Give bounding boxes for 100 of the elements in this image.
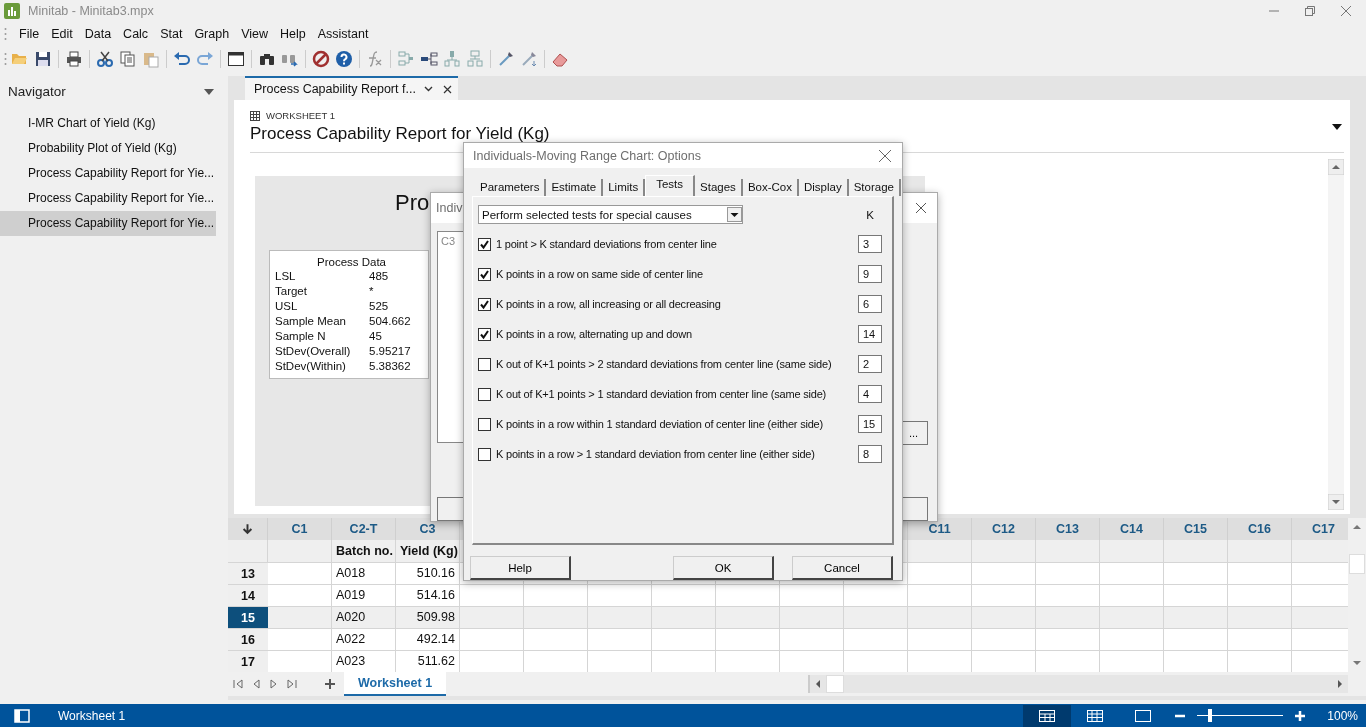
no-entry-icon[interactable] [311, 49, 331, 69]
first-sheet-icon[interactable] [232, 678, 244, 690]
scroll-up-icon[interactable] [1328, 159, 1344, 175]
worksheet-view-icon[interactable] [1023, 704, 1072, 727]
table-cell[interactable] [1228, 584, 1292, 606]
row-number[interactable]: 17 [228, 650, 268, 672]
table-cell[interactable] [1100, 562, 1164, 584]
column-name[interactable] [972, 540, 1036, 562]
table-cell[interactable] [652, 628, 716, 650]
copy-icon[interactable] [118, 49, 138, 69]
row-number[interactable]: 14 [228, 584, 268, 606]
tab[interactable]: Storage [848, 179, 901, 196]
column-header[interactable]: C1 [268, 518, 332, 540]
table-cell[interactable] [1164, 562, 1228, 584]
table-cell[interactable] [972, 562, 1036, 584]
checkbox[interactable] [478, 267, 491, 281]
table-cell[interactable] [1228, 650, 1292, 672]
table-cell[interactable] [908, 606, 972, 628]
table-cell[interactable] [1228, 628, 1292, 650]
close-icon[interactable] [915, 202, 927, 214]
table-cell[interactable] [908, 562, 972, 584]
slider-thumb[interactable] [1208, 709, 1213, 722]
tab[interactable]: Stages [695, 179, 743, 196]
table-cell[interactable] [844, 650, 908, 672]
table-cell[interactable] [844, 628, 908, 650]
sheet-tab[interactable]: Worksheet 1 [344, 672, 447, 696]
table-cell[interactable] [1100, 584, 1164, 606]
tab[interactable]: Display [799, 179, 849, 196]
scrollbar[interactable] [1348, 518, 1366, 672]
table-cell[interactable] [1036, 650, 1100, 672]
table-cell[interactable] [268, 562, 332, 584]
table-cell[interactable] [652, 606, 716, 628]
table-cell[interactable]: A019 [332, 584, 396, 606]
table-cell[interactable] [1292, 606, 1348, 628]
menu-item[interactable]: Calc [117, 27, 155, 41]
table-cell[interactable] [588, 628, 652, 650]
dropdown[interactable]: Perform selected tests for special causes [478, 205, 743, 224]
menu-item[interactable]: View [235, 27, 274, 41]
table-cell[interactable] [268, 606, 332, 628]
last-sheet-icon[interactable] [286, 678, 298, 690]
table-cell[interactable] [460, 628, 524, 650]
layout-icon[interactable] [419, 49, 439, 69]
button[interactable]: Help [470, 556, 571, 580]
scrollbar[interactable] [1328, 159, 1344, 510]
table-cell[interactable] [460, 606, 524, 628]
table-cell[interactable] [716, 584, 780, 606]
row-number[interactable]: 13 [228, 562, 268, 584]
table-cell[interactable] [1164, 584, 1228, 606]
print-icon[interactable] [64, 49, 84, 69]
table-cell[interactable] [1228, 562, 1292, 584]
table-cell[interactable] [908, 628, 972, 650]
column-header[interactable]: C17 [1292, 518, 1348, 540]
column-name[interactable] [1100, 540, 1164, 562]
table-cell[interactable] [972, 584, 1036, 606]
menu-item[interactable]: Assistant [311, 27, 375, 41]
table-cell[interactable] [1164, 650, 1228, 672]
table-cell[interactable] [268, 650, 332, 672]
menu-item[interactable]: Help [274, 27, 312, 41]
column-header[interactable]: C16 [1228, 518, 1292, 540]
table-cell[interactable] [460, 584, 524, 606]
column-name[interactable] [1036, 540, 1100, 562]
table-cell[interactable] [908, 650, 972, 672]
table-cell[interactable] [524, 584, 588, 606]
close-icon[interactable] [878, 148, 892, 163]
table-cell[interactable] [460, 650, 524, 672]
input-field[interactable]: 15 [858, 415, 882, 433]
scroll-thumb[interactable] [1349, 554, 1365, 574]
table-cell[interactable] [780, 606, 844, 628]
table-cell[interactable] [780, 584, 844, 606]
table-cell[interactable] [1100, 628, 1164, 650]
column-name[interactable] [908, 540, 972, 562]
input-field[interactable]: 14 [858, 325, 882, 343]
button[interactable]: Cancel [792, 556, 893, 580]
table-cell[interactable] [652, 650, 716, 672]
table-cell[interactable] [716, 650, 780, 672]
menu-item[interactable]: Edit [45, 27, 79, 41]
table-cell[interactable] [780, 650, 844, 672]
tab[interactable]: Estimate [546, 179, 604, 196]
navigator-item[interactable]: Probability Plot of Yield (Kg) [0, 136, 216, 161]
scroll-down-icon[interactable] [1328, 494, 1344, 510]
column-header[interactable]: C3 [396, 518, 460, 540]
menu-item[interactable]: Graph [188, 27, 236, 41]
table-cell[interactable] [1100, 650, 1164, 672]
table-cell[interactable] [1036, 606, 1100, 628]
restore-icon[interactable] [1304, 5, 1316, 17]
checkbox[interactable] [478, 237, 491, 251]
input-field[interactable]: 2 [858, 355, 882, 373]
panel-toggle-icon[interactable] [14, 708, 30, 723]
document-tab[interactable]: Process Capability Report f... [245, 76, 458, 100]
table-cell[interactable] [524, 628, 588, 650]
table-cell[interactable] [588, 584, 652, 606]
input-field[interactable]: 4 [858, 385, 882, 403]
table-cell[interactable] [908, 584, 972, 606]
table-cell[interactable]: 510.16 [396, 562, 460, 584]
window-icon[interactable] [226, 49, 246, 69]
tab[interactable]: Tests [645, 175, 696, 196]
table-cell[interactable] [1164, 606, 1228, 628]
column-name[interactable] [1164, 540, 1228, 562]
row-number[interactable]: 15 [228, 606, 268, 628]
tab[interactable]: Box-Cox [742, 179, 799, 196]
